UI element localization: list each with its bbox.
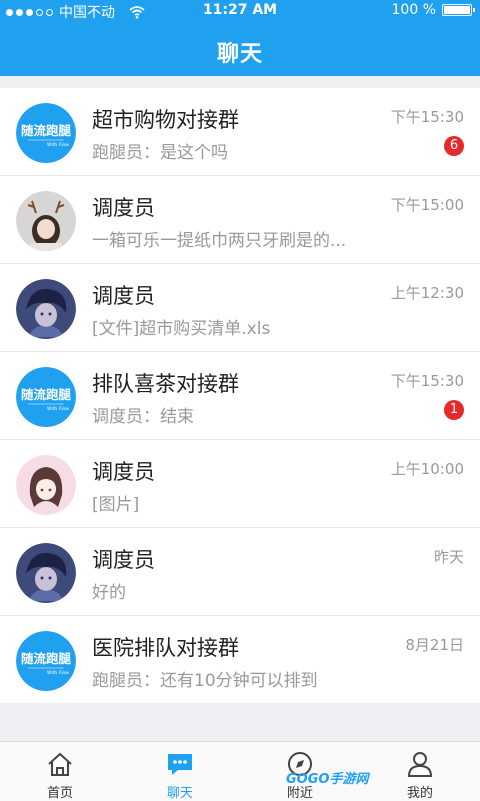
chat-row[interactable]: 调度员 [图片] 上午10:00 xyxy=(0,440,480,528)
message-time: 下午15:30 xyxy=(390,372,464,390)
message-preview: 好的 xyxy=(92,583,126,603)
battery-icon xyxy=(442,4,475,16)
message-time: 上午10:00 xyxy=(390,460,464,478)
chat-name: 调度员 xyxy=(92,284,155,308)
chat-row[interactable]: 调度员一箱可乐一提纸巾两只牙刷是的... 下午15:00 xyxy=(0,176,480,264)
chat-name: 调度员 xyxy=(92,548,155,572)
watermark: GOGO手游网 xyxy=(286,772,369,787)
message-preview: [文件]超市购买清单.xls xyxy=(92,319,271,339)
message-preview: [图片] xyxy=(92,495,140,515)
avatar xyxy=(16,543,76,603)
status-bar: 中国不动 11:27 AM 100 % xyxy=(0,0,480,22)
svg-text:With Flow: With Flow xyxy=(47,406,69,412)
chat-row[interactable]: 随流跑腿 With Flow 医院排队对接群跑腿员：还有10分钟可以排到 8月21日 xyxy=(0,616,480,703)
message-preview: 一箱可乐一提纸巾两只牙刷是的... xyxy=(92,231,347,251)
message-preview: 跑腿员：是这个吗 xyxy=(92,143,228,163)
chat-name: 调度员 xyxy=(92,196,155,220)
message-time: 下午15:00 xyxy=(390,196,464,214)
chat-list: 随流跑腿 With Flow 超市购物对接群 跑腿员：是这个吗 下午15:30 6 调度员一… xyxy=(0,88,480,703)
chat-row[interactable]: 调度员好的 昨天 xyxy=(0,528,480,616)
chat-name: 调度员 xyxy=(92,460,155,484)
avatar xyxy=(16,455,76,515)
chat-row[interactable]: 随流跑腿 With Flow 超市购物对接群跑腿员：是这个吗 下午15:30 6 xyxy=(0,88,480,176)
message-preview: 跑腿员：还有10分钟可以排到 xyxy=(92,671,318,691)
svg-text:随流跑腿: 随流跑腿 xyxy=(21,123,72,138)
chat-name: 医院排队对接群 xyxy=(92,636,239,660)
tab-bar: 首页 聊天 附近 我的 xyxy=(0,741,480,801)
tab-label: 我的 xyxy=(406,786,433,801)
chat-name: 排队喜茶对接群 xyxy=(92,372,239,396)
tab-mine[interactable]: 我的 xyxy=(360,742,480,801)
svg-text:随流跑腿: 随流跑腿 xyxy=(21,387,72,402)
top-bar: 中国不动 11:27 AM 100 % 聊天 xyxy=(0,0,480,76)
group-logo-avatar: 随流跑腿 With Flow xyxy=(16,631,76,691)
svg-text:随流跑腿: 随流跑腿 xyxy=(21,651,72,666)
chat-name: 超市购物对接群 xyxy=(92,108,239,132)
message-time: 昨天 xyxy=(433,548,464,566)
unread-badge: 6 xyxy=(444,136,464,156)
battery-percent: 100 % xyxy=(391,2,436,18)
svg-text:With Flow: With Flow xyxy=(47,142,69,148)
message-preview: 调度员：结束 xyxy=(92,407,194,427)
avatar xyxy=(16,279,76,339)
unread-badge: 1 xyxy=(444,400,464,420)
message-time: 8月21日 xyxy=(405,636,464,654)
message-time: 上午12:30 xyxy=(390,284,464,302)
avatar xyxy=(16,191,76,251)
message-time: 下午15:30 xyxy=(390,108,464,126)
chat-row[interactable]: 随流跑腿 With Flow 排队喜茶对接群调度员：结束 下午15:30 1 xyxy=(0,352,480,440)
tab-label: 首页 xyxy=(46,786,73,801)
group-logo-avatar: 随流跑腿 With Flow xyxy=(16,103,76,163)
tab-home[interactable]: 首页 xyxy=(0,742,120,801)
chat-row[interactable]: 调度员 [文件]超市购买清单.xls 上午12:30 xyxy=(0,264,480,352)
page-title: 聊天 xyxy=(216,42,263,67)
tab-label: 聊天 xyxy=(166,786,193,801)
svg-text:With Flow: With Flow xyxy=(47,670,69,676)
tab-chat[interactable]: 聊天 xyxy=(120,742,240,801)
group-logo-avatar: 随流跑腿 With Flow xyxy=(16,367,76,427)
